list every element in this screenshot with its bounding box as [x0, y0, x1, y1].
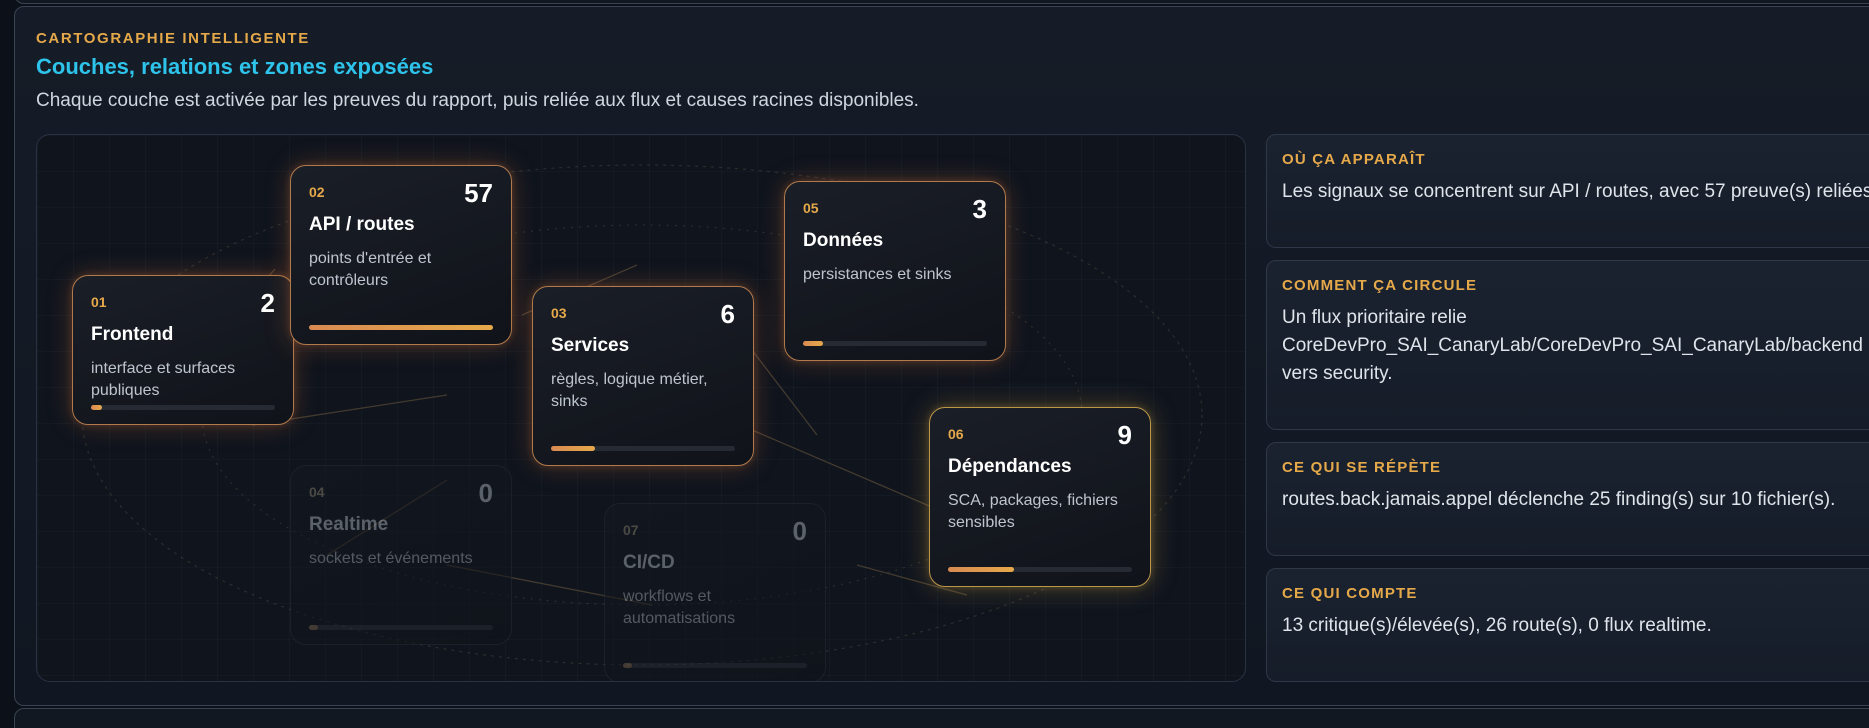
layer-card-cicd[interactable]: 07 0 CI/CD workflows et automatisations	[604, 503, 826, 681]
layer-card-donnees[interactable]: 05 3 Données persistances et sinks	[784, 181, 1006, 361]
layer-card-services[interactable]: 03 6 Services règles, logique métier, si…	[532, 286, 754, 466]
layer-description: points d'entrée et contrôleurs	[309, 250, 432, 289]
layer-description: persistances et sinks	[803, 266, 952, 283]
layer-evidence-bar	[803, 341, 987, 346]
layer-evidence-bar	[948, 567, 1132, 572]
link-data-deps	[751, 349, 818, 436]
layer-count: 9	[1117, 420, 1132, 450]
layer-name: Frontend	[91, 324, 174, 345]
layer-evidence-bar	[309, 325, 493, 330]
layer-number: 06	[948, 426, 964, 442]
layer-evidence-bar	[309, 625, 493, 630]
layer-description: interface et surfaces publiques	[91, 360, 236, 399]
insight-text: Les signaux se concentrent sur API / rou…	[1282, 181, 1869, 202]
insight-label: COMMENT ÇA CIRCULE	[1282, 277, 1478, 294]
insight-card-repeat: CE QUI SE RÉPÈTE routes.back.jamais.appe…	[1266, 442, 1869, 556]
insight-label: OÙ ÇA APPARAÎT	[1282, 151, 1426, 168]
layer-number: 05	[803, 200, 819, 216]
layer-name: CI/CD	[623, 552, 675, 573]
layer-description: sockets et événements	[309, 550, 473, 567]
layer-evidence-fill	[623, 663, 633, 668]
layer-evidence-bar	[623, 663, 807, 668]
layer-number: 04	[309, 484, 325, 500]
layer-name: API / routes	[309, 214, 415, 235]
insight-text: routes.back.jamais.appel déclenche 25 fi…	[1282, 489, 1836, 510]
layer-number: 07	[623, 522, 639, 538]
layer-description: règles, logique métier, sinks	[551, 371, 708, 410]
layer-description: SCA, packages, fichiers sensibles	[948, 492, 1118, 531]
layer-card-realtime[interactable]: 04 0 Realtime sockets et événements	[290, 465, 512, 645]
layer-count: 3	[972, 194, 987, 224]
layer-name: Services	[551, 335, 630, 356]
layer-evidence-fill	[803, 341, 824, 346]
layer-number: 01	[91, 294, 107, 310]
insight-card-where: OÙ ÇA APPARAÎT Les signaux se concentren…	[1266, 134, 1869, 248]
insight-text: Un flux prioritaire relie CoreDevPro_SAI…	[1282, 307, 1863, 384]
section-eyebrow: CARTOGRAPHIE INTELLIGENTE	[36, 30, 310, 47]
layer-count: 0	[792, 516, 807, 546]
insight-label: CE QUI SE RÉPÈTE	[1282, 459, 1442, 476]
next-panel-edge	[14, 708, 1869, 728]
section-subtitle: Chaque couche est activée par les preuve…	[36, 90, 919, 111]
layer-name: Données	[803, 230, 884, 251]
layer-card-dependances[interactable]: 06 9 Dépendances SCA, packages, fichiers…	[929, 407, 1151, 587]
layer-count: 2	[260, 288, 275, 318]
layer-evidence-fill	[309, 625, 319, 630]
layer-description: workflows et automatisations	[623, 588, 736, 627]
insight-text: 13 critique(s)/élevée(s), 26 route(s), 0…	[1282, 615, 1712, 636]
layer-evidence-fill	[551, 446, 596, 451]
insight-card-impact: CE QUI COMPTE 13 critique(s)/élevée(s), …	[1266, 568, 1869, 682]
layer-count: 6	[720, 299, 735, 329]
section-title: Couches, relations et zones exposées	[36, 54, 434, 79]
previous-panel-edge	[14, 0, 1869, 4]
layer-evidence-bar	[551, 446, 735, 451]
layer-evidence-fill	[309, 325, 493, 330]
layer-card-frontend[interactable]: 01 2 Frontend interface et surfaces publ…	[72, 275, 294, 425]
insight-card-flow: COMMENT ÇA CIRCULE Un flux prioritaire r…	[1266, 260, 1869, 430]
insight-label: CE QUI COMPTE	[1282, 585, 1418, 602]
layer-evidence-fill	[948, 567, 1015, 572]
layer-name: Realtime	[309, 514, 389, 535]
layer-evidence-fill	[91, 405, 103, 410]
layer-map: 01 2 Frontend interface et surfaces publ…	[36, 134, 1246, 682]
layer-count: 57	[464, 178, 493, 208]
layer-evidence-bar	[91, 405, 275, 410]
layer-card-api-routes[interactable]: 02 57 API / routes points d'entrée et co…	[290, 165, 512, 345]
layer-count: 0	[478, 478, 493, 508]
layer-name: Dépendances	[948, 456, 1072, 477]
layer-number: 03	[551, 305, 567, 321]
